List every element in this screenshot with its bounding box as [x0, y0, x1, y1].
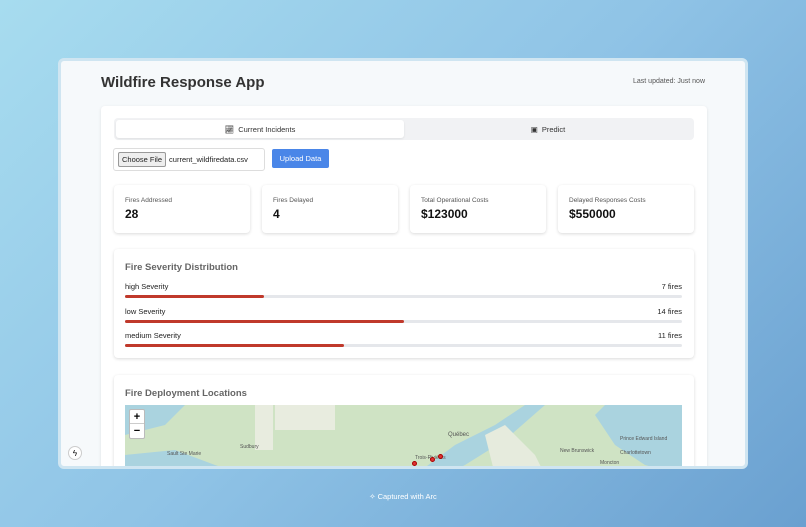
map-label: New Brunswick: [560, 448, 594, 454]
severity-title: Fire Severity Distribution: [125, 262, 238, 273]
stat-label: Fires Delayed: [273, 197, 387, 204]
severity-count: 14 fires: [657, 307, 682, 316]
severity-label: low Severity: [125, 307, 165, 316]
map-label: Sudbury: [240, 444, 259, 450]
severity-panel: Fire Severity Distribution high Severity…: [114, 249, 694, 358]
app-window: Wildfire Response App Last updated: Just…: [58, 58, 748, 469]
map-panel: Fire Deployment Locations + − Sault Ste …: [114, 375, 694, 469]
map[interactable]: + − Sault Ste Marie Sudbury Québec Trois…: [125, 405, 682, 469]
map-water: [125, 405, 682, 469]
map-label: Moncton: [600, 460, 619, 466]
footer-text: Captured with Arc: [378, 492, 437, 501]
map-title: Fire Deployment Locations: [125, 388, 247, 399]
zoom-in-button[interactable]: +: [130, 410, 144, 424]
stat-value: $550000: [569, 207, 683, 221]
severity-bar-track: [125, 295, 682, 298]
last-updated: Last updated: Just now: [633, 78, 705, 85]
severity-label: high Severity: [125, 282, 168, 291]
stat-value: $123000: [421, 207, 535, 221]
stat-label: Delayed Responses Costs: [569, 197, 683, 204]
tab-bar: 📈︎Current Incidents ▣ Predict: [114, 118, 694, 140]
severity-label: medium Severity: [125, 331, 181, 340]
map-label: Charlottetown: [620, 450, 651, 456]
stat-label: Total Operational Costs: [421, 197, 535, 204]
upload-data-button[interactable]: Upload Data: [272, 149, 329, 168]
stat-value: 4: [273, 207, 387, 221]
map-label: Sault Ste Marie: [167, 451, 201, 457]
stat-card: Total Operational Costs $123000: [410, 185, 546, 233]
stat-label: Fires Addressed: [125, 197, 239, 204]
tab-current-incidents[interactable]: 📈︎Current Incidents: [116, 120, 404, 138]
fire-marker[interactable]: [438, 454, 443, 459]
severity-bar-fill: [125, 295, 264, 298]
stat-value: 28: [125, 207, 239, 221]
file-input[interactable]: Choose Filecurrent_wildfiredata.csv: [113, 148, 265, 171]
fire-marker[interactable]: [430, 457, 435, 462]
severity-bar-track: [125, 344, 682, 347]
severity-bar-track: [125, 320, 682, 323]
footer-caption: ✧ Captured with Arc: [0, 492, 806, 501]
stat-card: Delayed Responses Costs $550000: [558, 185, 694, 233]
severity-count: 11 fires: [658, 331, 682, 340]
fire-marker[interactable]: [412, 461, 417, 466]
zoom-out-button[interactable]: −: [130, 424, 144, 438]
severity-row: medium Severity 11 fires: [125, 331, 682, 347]
page-title: Wildfire Response App: [101, 74, 265, 91]
map-label: Québec: [448, 432, 469, 438]
tab-label: Current Incidents: [238, 125, 295, 134]
stat-card: Fires Addressed 28: [114, 185, 250, 233]
map-label: Prince Edward Island: [620, 436, 667, 442]
main-card: 📈︎Current Incidents ▣ Predict Choose File…: [101, 106, 707, 469]
chart-line-icon: 📈︎: [225, 125, 235, 134]
severity-count: 7 fires: [662, 282, 682, 291]
stat-card: Fires Delayed 4: [262, 185, 398, 233]
tab-predict[interactable]: ▣ Predict: [404, 120, 692, 138]
zoom-control: + −: [129, 409, 145, 439]
file-name: current_wildfiredata.csv: [169, 155, 248, 164]
severity-row: low Severity 14 fires: [125, 307, 682, 323]
severity-row: high Severity 7 fires: [125, 282, 682, 298]
calculator-icon: ▣: [531, 125, 538, 134]
severity-bar-fill: [125, 344, 344, 347]
choose-file-button[interactable]: Choose File: [118, 152, 166, 167]
arc-boost-icon[interactable]: ϟ: [68, 446, 82, 460]
tab-label: Predict: [542, 125, 565, 134]
severity-bar-fill: [125, 320, 404, 323]
